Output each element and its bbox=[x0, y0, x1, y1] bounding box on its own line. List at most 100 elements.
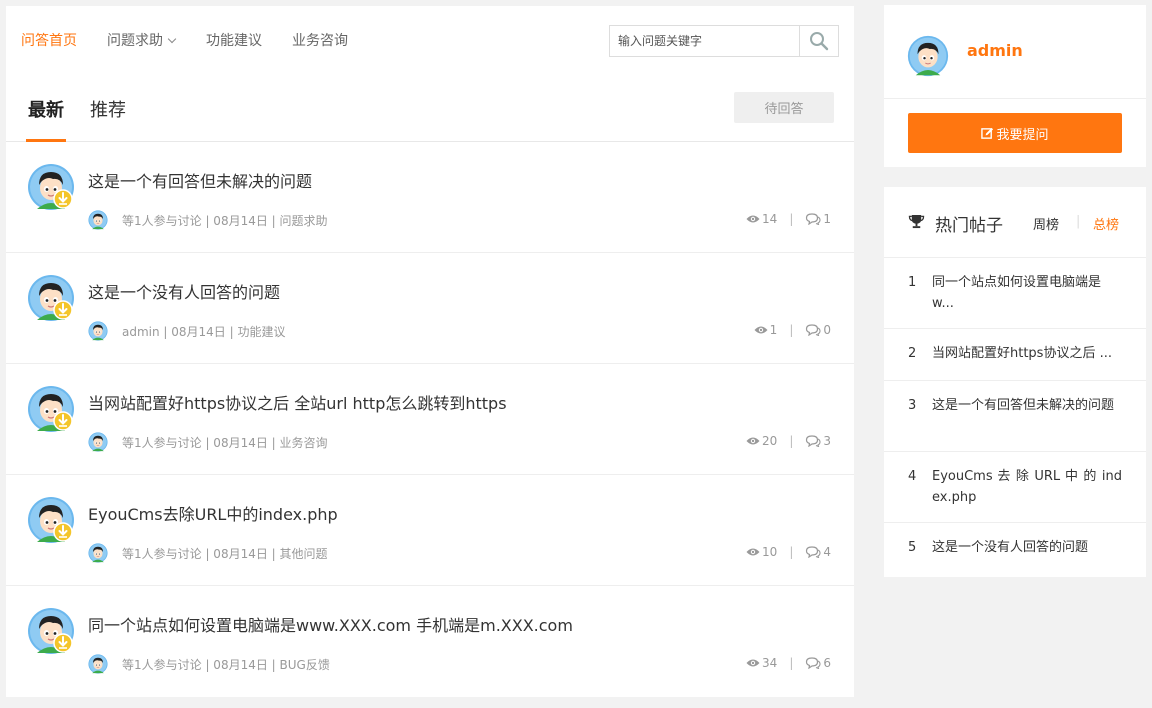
meta-text: 等1人参与讨论 | 08月14日 | 其他问题 bbox=[122, 546, 328, 561]
question-item[interactable]: 同一个站点如何设置电脑端是www.XXX.com 手机端是m.XXX.com 等… bbox=[6, 586, 854, 697]
hot-posts-title: 热门帖子 bbox=[935, 216, 1003, 236]
question-item[interactable]: 这是一个有回答但未解决的问题 等1人参与讨论 | 08月14日 | 问题求助 1… bbox=[6, 142, 854, 253]
stats-separator: | bbox=[789, 656, 794, 670]
question-stats: 20 | 3 bbox=[746, 434, 831, 448]
avatar[interactable] bbox=[27, 274, 75, 322]
user-avatar-small[interactable] bbox=[88, 210, 108, 230]
stats-separator: | bbox=[789, 434, 794, 448]
hot-post-rank: 5 bbox=[908, 540, 917, 555]
reply-count: 4 bbox=[823, 545, 831, 559]
eye-icon bbox=[746, 214, 760, 224]
hot-post-title[interactable]: EyouCms 去 除 URL 中 的 index.php bbox=[932, 466, 1122, 508]
search-input[interactable] bbox=[610, 26, 800, 56]
meta-text: 等1人参与讨论 | 08月14日 | 问题求助 bbox=[122, 213, 328, 228]
meta-text: 等1人参与讨论 | 08月14日 | BUG反馈 bbox=[122, 657, 330, 672]
comment-icon bbox=[805, 324, 821, 336]
user-avatar-small[interactable] bbox=[88, 321, 108, 341]
reply-count: 6 bbox=[823, 656, 831, 670]
hot-post-item[interactable]: 5 这是一个没有人回答的问题 bbox=[884, 523, 1146, 575]
tab-weekly[interactable]: 周榜 bbox=[1033, 214, 1059, 233]
question-meta: 等1人参与讨论 | 08月14日 | 问题求助 bbox=[88, 210, 328, 230]
edit-icon bbox=[981, 127, 994, 139]
search-icon bbox=[810, 32, 829, 51]
unanswered-button[interactable]: 待回答 bbox=[734, 92, 834, 123]
avatar[interactable] bbox=[27, 496, 75, 544]
question-title[interactable]: 这是一个没有人回答的问题 bbox=[88, 279, 280, 303]
hot-post-rank: 1 bbox=[908, 275, 917, 290]
comment-icon bbox=[805, 657, 821, 669]
hot-posts-header: 热门帖子 周榜 | 总榜 bbox=[884, 187, 1146, 258]
reply-count: 0 bbox=[823, 323, 831, 337]
search-box bbox=[609, 25, 839, 57]
tab-latest[interactable]: 最新 bbox=[26, 96, 66, 142]
username[interactable]: admin bbox=[967, 41, 1023, 60]
stats-separator: | bbox=[789, 212, 794, 226]
user-avatar-small[interactable] bbox=[88, 654, 108, 674]
avatar[interactable] bbox=[27, 385, 75, 433]
ask-question-button[interactable]: 我要提问 bbox=[908, 113, 1122, 153]
question-meta: 等1人参与讨论 | 08月14日 | 其他问题 bbox=[88, 543, 328, 563]
question-tabs: 最新 推荐 待回答 bbox=[6, 76, 854, 142]
nav-item-suggestion[interactable]: 功能建议 bbox=[206, 30, 262, 50]
hot-post-item[interactable]: 1 同一个站点如何设置电脑端是w... bbox=[884, 258, 1146, 329]
question-title[interactable]: 同一个站点如何设置电脑端是www.XXX.com 手机端是m.XXX.com bbox=[88, 612, 573, 636]
question-stats: 14 | 1 bbox=[746, 212, 831, 226]
user-card: admin 我要提问 bbox=[884, 5, 1146, 167]
user-avatar-small[interactable] bbox=[88, 543, 108, 563]
trophy-icon bbox=[908, 214, 925, 229]
question-stats: 1 | 0 bbox=[754, 323, 831, 337]
hot-post-item[interactable]: 2 当网站配置好https协议之后 ... bbox=[884, 329, 1146, 381]
hot-post-rank: 2 bbox=[908, 346, 917, 361]
question-meta: 等1人参与讨论 | 08月14日 | 业务咨询 bbox=[88, 432, 328, 452]
hot-post-title[interactable]: 同一个站点如何设置电脑端是w... bbox=[932, 272, 1122, 314]
hot-post-item[interactable]: 4 EyouCms 去 除 URL 中 的 index.php bbox=[884, 452, 1146, 523]
eye-icon bbox=[746, 547, 760, 557]
meta-text: 等1人参与讨论 | 08月14日 | 业务咨询 bbox=[122, 435, 328, 450]
hot-post-title[interactable]: 这是一个没有人回答的问题 bbox=[932, 537, 1122, 558]
question-item[interactable]: EyouCms去除URL中的index.php 等1人参与讨论 | 08月14日… bbox=[6, 475, 854, 586]
avatar[interactable] bbox=[27, 607, 75, 655]
question-meta: 等1人参与讨论 | 08月14日 | BUG反馈 bbox=[88, 654, 330, 674]
avatar[interactable] bbox=[27, 163, 75, 211]
hot-post-item[interactable]: 3 这是一个有回答但未解决的问题 bbox=[884, 381, 1146, 452]
nav-item-consult[interactable]: 业务咨询 bbox=[292, 30, 348, 50]
question-title[interactable]: EyouCms去除URL中的index.php bbox=[88, 501, 338, 525]
search-button[interactable] bbox=[799, 26, 838, 56]
question-title[interactable]: 当网站配置好https协议之后 全站url http怎么跳转到https bbox=[88, 390, 507, 414]
nav-item-help[interactable]: 问题求助 bbox=[107, 30, 177, 50]
hot-posts-list: 1 同一个站点如何设置电脑端是w... 2 当网站配置好https协议之后 ..… bbox=[884, 258, 1146, 575]
eye-icon bbox=[746, 436, 760, 446]
stats-separator: | bbox=[789, 545, 794, 559]
question-meta: admin | 08月14日 | 功能建议 bbox=[88, 321, 285, 341]
meta-text: admin | 08月14日 | 功能建议 bbox=[122, 324, 286, 339]
hot-post-rank: 4 bbox=[908, 469, 917, 484]
stats-separator: | bbox=[789, 323, 794, 337]
tab-all-time[interactable]: 总榜 bbox=[1093, 214, 1119, 233]
question-item[interactable]: 这是一个没有人回答的问题 admin | 08月14日 | 功能建议 1 | 0 bbox=[6, 253, 854, 364]
nav-item-home[interactable]: 问答首页 bbox=[21, 30, 77, 50]
user-avatar-small[interactable] bbox=[88, 432, 108, 452]
reply-count: 1 bbox=[823, 212, 831, 226]
question-list: 这是一个有回答但未解决的问题 等1人参与讨论 | 08月14日 | 问题求助 1… bbox=[6, 142, 854, 697]
question-stats: 34 | 6 bbox=[746, 656, 831, 670]
comment-icon bbox=[805, 213, 821, 225]
hot-post-rank: 3 bbox=[908, 398, 917, 413]
avatar[interactable] bbox=[907, 35, 949, 77]
comment-icon bbox=[805, 546, 821, 558]
reply-count: 3 bbox=[823, 434, 831, 448]
hot-post-title[interactable]: 当网站配置好https协议之后 ... bbox=[932, 343, 1122, 364]
comment-icon bbox=[805, 435, 821, 447]
chevron-down-icon bbox=[167, 34, 177, 44]
view-count: 14 bbox=[762, 212, 778, 226]
tab-separator: | bbox=[1076, 214, 1081, 229]
hot-posts-panel: 热门帖子 周榜 | 总榜 1 同一个站点如何设置电脑端是w... 2 当网站配置… bbox=[884, 187, 1146, 577]
view-count: 10 bbox=[762, 545, 778, 559]
eye-icon bbox=[746, 658, 760, 668]
question-title[interactable]: 这是一个有回答但未解决的问题 bbox=[88, 168, 312, 192]
question-item[interactable]: 当网站配置好https协议之后 全站url http怎么跳转到https 等1人… bbox=[6, 364, 854, 475]
tab-recommended[interactable]: 推荐 bbox=[90, 96, 126, 142]
question-stats: 10 | 4 bbox=[746, 545, 831, 559]
view-count: 34 bbox=[762, 656, 778, 670]
hot-post-title[interactable]: 这是一个有回答但未解决的问题 bbox=[932, 395, 1122, 416]
view-count: 1 bbox=[769, 323, 778, 337]
